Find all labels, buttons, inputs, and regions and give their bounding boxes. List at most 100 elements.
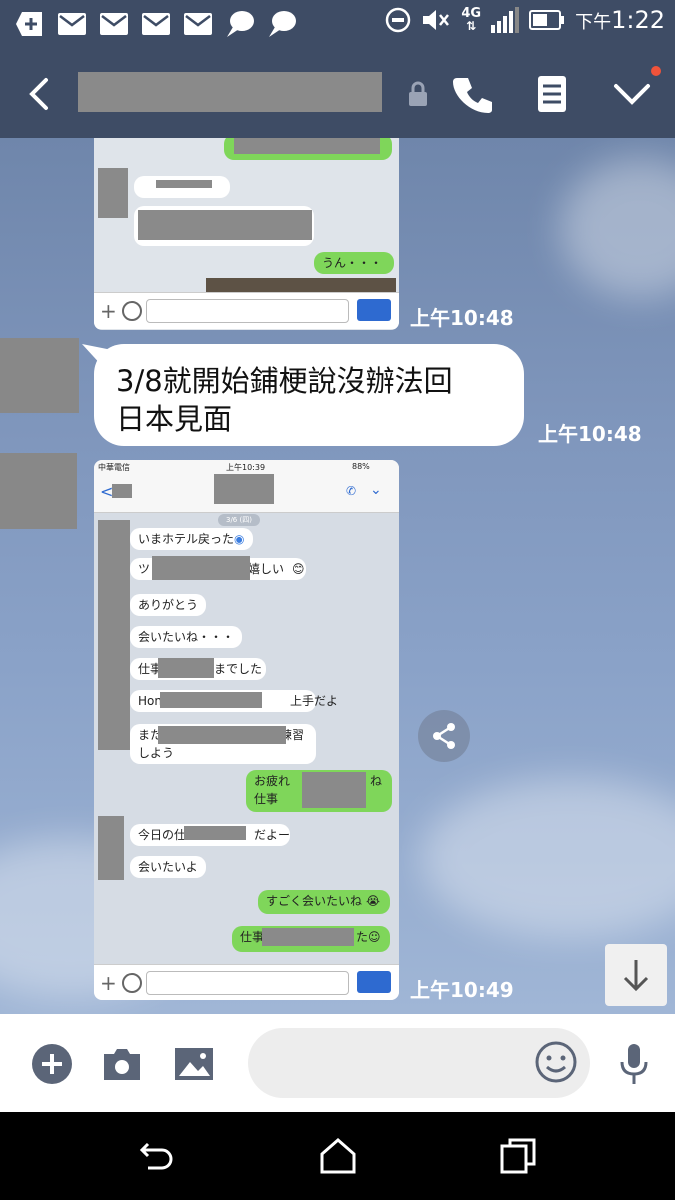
sender-avatar[interactable] bbox=[0, 453, 77, 529]
plus-circle-icon bbox=[32, 1044, 72, 1084]
camera-button[interactable] bbox=[100, 1042, 144, 1086]
redacted-block bbox=[234, 138, 380, 154]
mini-bubble-text: Hon bbox=[138, 694, 162, 708]
back-button[interactable] bbox=[18, 72, 62, 116]
mini-bubble-text: すごく会いたいね bbox=[266, 894, 363, 908]
mini-status-time: 上午10:39 bbox=[226, 463, 266, 472]
mute-icon bbox=[423, 10, 450, 30]
scroll-to-bottom-button[interactable] bbox=[605, 944, 667, 1006]
mini-phone-icon: ✆ bbox=[346, 484, 357, 498]
emoji-button[interactable] bbox=[534, 1040, 578, 1084]
nav-recents-button[interactable] bbox=[496, 1134, 540, 1178]
mini-input-bar: + bbox=[94, 292, 399, 329]
redacted-block bbox=[302, 772, 366, 808]
nav-back-button[interactable] bbox=[136, 1134, 180, 1178]
battery-icon bbox=[529, 10, 565, 30]
message-input-bar bbox=[0, 1014, 675, 1112]
mic-icon bbox=[357, 299, 391, 321]
mail-icon bbox=[56, 8, 88, 40]
image-message[interactable]: 中華電信 上午10:39 88% < ✆ ⌄ 3/6 (四) いまホテル戻った◉… bbox=[94, 460, 399, 1000]
notes-icon bbox=[538, 76, 566, 112]
mini-bubble: 会いたいね・・・ bbox=[130, 626, 243, 648]
mini-bubble: すごく会いたいね 😭 bbox=[258, 890, 390, 914]
menu-button[interactable] bbox=[608, 72, 656, 116]
notes-button[interactable] bbox=[530, 72, 574, 116]
redacted-title bbox=[214, 474, 274, 504]
clock-time: 1:22 bbox=[611, 6, 665, 34]
system-nav-bar bbox=[0, 1112, 675, 1200]
mini-carrier: 中華電信 bbox=[98, 463, 130, 472]
plus-icon: + bbox=[100, 299, 117, 323]
mini-bubble-text: ね bbox=[370, 774, 383, 788]
share-icon bbox=[433, 723, 455, 749]
mini-bubble-text: 仕事 bbox=[254, 792, 279, 806]
image-message[interactable]: うん・・・ + bbox=[94, 138, 399, 330]
mini-bubble-text: うん・・・ bbox=[322, 256, 383, 270]
mini-bubble-text: だよー bbox=[254, 828, 291, 842]
recents-icon bbox=[500, 1138, 536, 1174]
do-not-disturb-icon bbox=[386, 7, 411, 33]
message-timestamp: 上午10:48 bbox=[538, 422, 642, 446]
mini-bubble: 会いたいよ bbox=[130, 856, 206, 878]
notification-icons bbox=[14, 8, 298, 40]
redacted-block bbox=[152, 556, 250, 580]
sender-avatar[interactable] bbox=[0, 338, 79, 413]
message-timestamp: 上午10:49 bbox=[410, 978, 514, 1002]
redacted-block bbox=[138, 210, 312, 240]
redacted-avatar bbox=[98, 816, 124, 880]
phone-icon bbox=[453, 78, 492, 113]
nav-home-button[interactable] bbox=[316, 1134, 360, 1178]
redacted-block bbox=[112, 484, 132, 498]
mini-bubble-text: 今日の仕 bbox=[138, 828, 187, 842]
mini-bubble-text: た bbox=[356, 930, 369, 944]
arrow-down-icon bbox=[623, 960, 649, 992]
message-text-line: 3/8就開始鋪梗說沒辦法回 bbox=[116, 364, 453, 398]
mini-chevron-icon: ⌄ bbox=[370, 482, 382, 498]
redacted-block bbox=[184, 826, 246, 840]
camera-icon bbox=[104, 1049, 140, 1080]
redacted-block bbox=[158, 658, 214, 678]
mini-bubble-text: 会いたいよ bbox=[138, 860, 198, 874]
voice-button[interactable] bbox=[612, 1042, 656, 1086]
microphone-icon bbox=[620, 1044, 648, 1084]
mini-bubble-text: 仕事 bbox=[240, 930, 265, 944]
mini-battery: 88% bbox=[352, 462, 370, 471]
chat-header bbox=[0, 50, 675, 138]
share-button[interactable] bbox=[418, 710, 470, 762]
mail-icon bbox=[98, 8, 130, 40]
chevron-down-icon bbox=[614, 84, 650, 105]
text-message-bubble[interactable]: 3/8就開始鋪梗說沒辦法回 日本見面 bbox=[94, 344, 524, 446]
system-status: 4G ⇅ 下午1:22 bbox=[385, 6, 665, 34]
undo-arrow-icon bbox=[139, 1142, 173, 1170]
mini-bubble-text: お疲れ bbox=[254, 774, 291, 788]
clock: 下午1:22 bbox=[575, 6, 665, 34]
notification-plus-icon bbox=[14, 8, 46, 40]
home-icon bbox=[320, 1138, 356, 1174]
mini-date-text: 3/6 (四) bbox=[226, 516, 252, 524]
mini-text-field bbox=[146, 971, 349, 995]
mini-bubble-text: しよう bbox=[138, 746, 175, 760]
message-field[interactable] bbox=[248, 1028, 590, 1098]
smile-icon bbox=[122, 301, 142, 321]
redacted-block bbox=[160, 692, 262, 708]
message-text-line: 日本見面 bbox=[116, 402, 233, 436]
mail-icon bbox=[140, 8, 172, 40]
mini-bubble-text: 会いたいね・・・ bbox=[138, 630, 235, 644]
mini-bubble-text: 嬉しい bbox=[248, 562, 285, 576]
mail-icon bbox=[182, 8, 214, 40]
call-button[interactable] bbox=[450, 72, 494, 116]
smiley-icon bbox=[535, 1041, 577, 1083]
redacted-block bbox=[158, 726, 286, 744]
gallery-button[interactable] bbox=[172, 1042, 216, 1086]
mini-bubble: ありがとう bbox=[130, 594, 207, 616]
chat-area[interactable]: うん・・・ + 上午10:48 3/8就開始鋪梗說沒辦法回 日本見面 上午10:… bbox=[0, 138, 675, 1014]
message-input[interactable] bbox=[268, 1046, 522, 1080]
mini-bubble-text: いまホテル戻った bbox=[138, 532, 235, 546]
lock-icon bbox=[406, 80, 430, 108]
mini-status-bar: 中華電信 上午10:39 88% bbox=[94, 460, 399, 474]
chevron-left-icon bbox=[29, 78, 48, 110]
mini-date-pill: 3/6 (四) bbox=[218, 514, 260, 526]
add-button[interactable] bbox=[30, 1042, 74, 1086]
image-icon bbox=[175, 1048, 213, 1080]
mini-bubble-text: ありがとう bbox=[138, 598, 199, 612]
